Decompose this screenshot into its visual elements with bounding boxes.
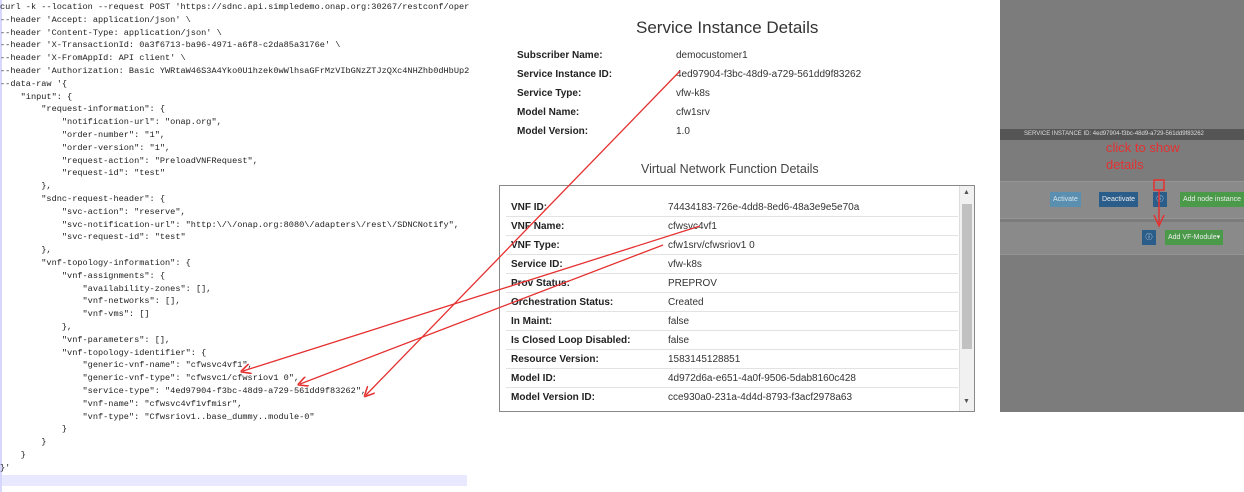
code-line: --header 'Authorization: Basic YWRtaW46S… — [0, 66, 470, 76]
code-line: "service-type": "4ed97904-f3bc-48d9-a729… — [0, 386, 367, 396]
code-line: "generic-vnf-name": "cfwsvc4vf1", — [0, 360, 253, 371]
code-line: }' — [0, 462, 11, 473]
code-line: curl -k --location --request POST 'https… — [0, 2, 470, 12]
code-line: "vnf-assignments": { — [0, 270, 166, 281]
code-line: "sdnc-request-header": { — [0, 194, 166, 204]
code-line: "svc-request-id": "test" — [0, 232, 186, 243]
scrollbar-thumb[interactable] — [962, 204, 972, 349]
row-divider — [506, 368, 958, 369]
subscriber-name-label: Subscriber Name: — [517, 50, 603, 61]
code-line: "svc-notification-url": "http:\/\/onap.o… — [0, 219, 459, 230]
prov-status-label: Prov Status: — [511, 278, 570, 289]
ui-screenshot: SERVICE INSTANCE ID: 4ed97904-f3bc-48d9-… — [1000, 0, 1244, 412]
model-id-value: 4d972d6a-e651-4a0f-9506-5dab8160c428 — [668, 373, 856, 384]
row-divider — [506, 330, 958, 331]
row-divider — [506, 254, 958, 255]
code-line: } — [0, 437, 47, 448]
current-line-highlight — [2, 475, 467, 486]
code-line: } — [0, 450, 26, 460]
in-maint-label: In Maint: — [511, 316, 553, 327]
resource-version-label: Resource Version: — [511, 354, 599, 365]
service-id-value: vfw-k8s — [668, 259, 702, 270]
vnf-id-value: 74434183-726e-4dd8-8ed6-48a3e9e5e70a — [668, 202, 860, 213]
model-name-label: Model Name: — [517, 107, 580, 118]
code-line: "vnf-type": "Cfwsriov1..base_dummy..modu… — [0, 411, 315, 422]
service-instance-title: Service Instance Details — [636, 18, 819, 37]
vnf-id-label: VNF ID: — [511, 202, 548, 213]
code-line: --data-raw '{ — [0, 78, 68, 89]
vnf-details-title: Virtual Network Function Details — [641, 162, 819, 176]
code-line: "order-version": "1", — [0, 142, 171, 153]
code-line: "vnf-parameters": [], — [0, 334, 171, 345]
code-line: "request-id": "test" — [0, 168, 166, 179]
code-line: }, — [0, 245, 52, 256]
code-line: "order-number": "1", — [0, 130, 166, 140]
model-version-label: Model Version: — [517, 126, 589, 137]
service-id-label: Service ID: — [511, 259, 563, 270]
code-line: "request-information": { — [0, 104, 166, 115]
vnf-type-label: VNF Type: — [511, 240, 560, 251]
vnf-details-panel[interactable]: VNF ID: 74434183-726e-4dd8-8ed6-48a3e9e5… — [499, 185, 975, 412]
code-line: --header 'Accept: application/json' \ — [0, 14, 191, 25]
code-line: }, — [0, 322, 73, 332]
model-version-id-value: cce930a0-231a-4d4d-8793-f3acf2978a63 — [668, 392, 853, 403]
service-instance-id-label: Service Instance ID: — [517, 69, 613, 80]
code-line: "availability-zones": [], — [0, 283, 212, 294]
code-line: }, — [0, 181, 52, 192]
code-line: --header 'X-TransactionId: 0a3f6713-ba96… — [0, 40, 341, 51]
in-maint-value: false — [668, 316, 690, 327]
code-line: "vnf-networks": [], — [0, 296, 181, 307]
vnf-type-value: cfw1srv/cfwsriov1 0 — [668, 240, 755, 251]
service-type-value: vfw-k8s — [676, 88, 710, 99]
model-id-label: Model ID: — [511, 373, 556, 384]
code-line: } — [0, 424, 68, 435]
code-line: --header 'Content-Type: application/json… — [0, 27, 222, 38]
row-divider — [506, 349, 958, 350]
row-divider — [506, 216, 958, 217]
row-divider — [506, 292, 958, 293]
code-line: "vnf-name": "cfwsvc4vf1vfmisr", — [0, 398, 243, 409]
vnf-name-value: cfwsvc4vf1 — [668, 221, 717, 232]
vnf-name-label: VNF Name: — [511, 221, 565, 232]
code-line: "generic-vnf-type": "cfwsvc1/cfwsriov1 0… — [0, 373, 300, 384]
code-editor[interactable]: curl -k --location --request POST 'https… — [0, 0, 475, 492]
code-line: "notification-url": "onap.org", — [0, 117, 222, 128]
code-line: "vnf-topology-identifier": { — [0, 347, 207, 358]
code-line: "input": { — [0, 91, 73, 102]
service-type-label: Service Type: — [517, 88, 582, 99]
row-divider — [506, 311, 958, 312]
subscriber-name-value: democustomer1 — [676, 50, 748, 61]
code-line: --header 'X-FromAppId: API client' \ — [0, 53, 186, 64]
model-name-value: cfw1srv — [676, 107, 710, 118]
annotation-arrow-icon — [1153, 179, 1165, 228]
scroll-up-icon[interactable]: ▲ — [963, 189, 970, 196]
row-divider — [506, 273, 958, 274]
model-version-id-label: Model Version ID: — [511, 392, 595, 403]
resource-version-value: 1583145128851 — [668, 354, 741, 365]
row-divider — [506, 235, 958, 236]
closed-loop-disabled-label: Is Closed Loop Disabled: — [511, 335, 631, 346]
prov-status-value: PREPROV — [668, 278, 717, 289]
vnf-scrollbar[interactable]: ▲ ▼ — [959, 186, 974, 411]
orchestration-status-label: Orchestration Status: — [511, 297, 614, 308]
code-line: "vnf-topology-information": { — [0, 258, 191, 268]
code-line: "request-action": "PreloadVNFRequest", — [0, 155, 258, 166]
orchestration-status-value: Created — [668, 297, 704, 308]
closed-loop-disabled-value: false — [668, 335, 690, 346]
code-line: "vnf-vms": [] — [0, 309, 150, 320]
service-instance-id-value: 4ed97904-f3bc-48d9-a729-561dd9f83262 — [676, 69, 862, 80]
code-line: "svc-action": "reserve", — [0, 206, 186, 217]
model-version-value: 1.0 — [676, 126, 690, 137]
row-divider — [506, 387, 958, 388]
scroll-down-icon[interactable]: ▼ — [963, 398, 970, 405]
